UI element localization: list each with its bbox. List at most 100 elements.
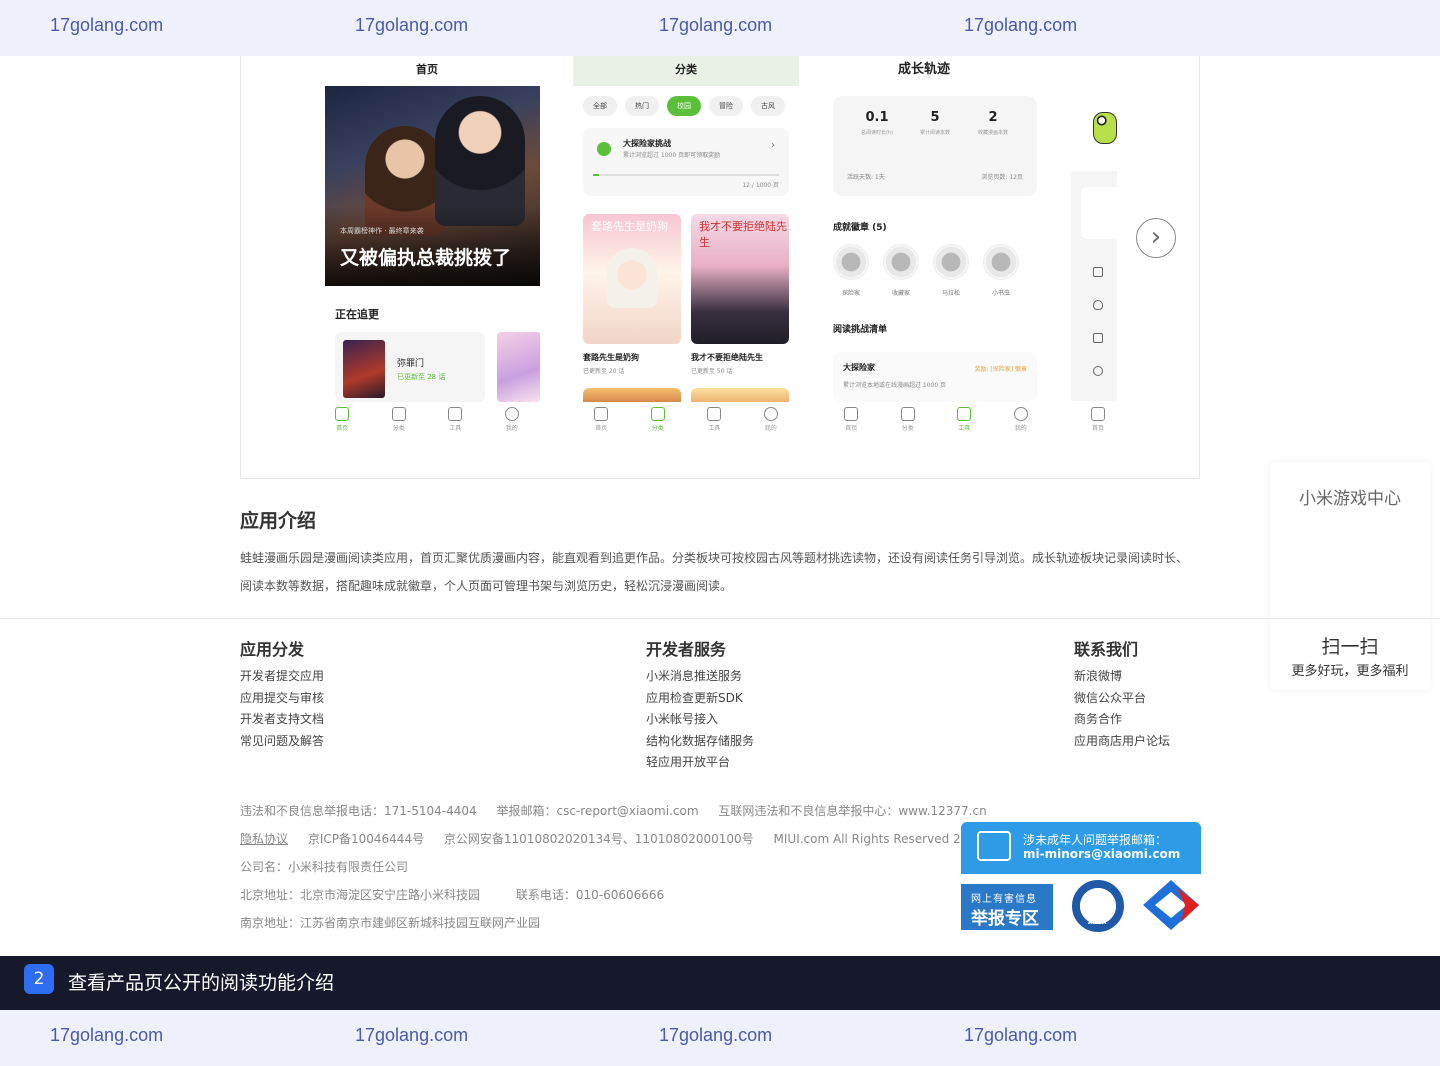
medal-icon [883, 244, 919, 280]
tab-tools[interactable]: 工具 [448, 406, 463, 432]
tab-home[interactable]: 首页 [594, 406, 609, 432]
intro-body: 蛙蛙漫画乐园是漫画阅读类应用，首页汇聚优质漫画内容，能直观看到追更作品。分类板块… [240, 551, 1189, 593]
tab-home[interactable]: 首页 [1091, 406, 1105, 432]
divider [0, 618, 1440, 619]
report-phone: 违法和不良信息举报电话：171-5104-4404 [240, 804, 477, 818]
legal-line: 北京地址：北京市海淀区安宁庄路小米科技园 联系电话：010-60606666 [240, 886, 680, 903]
side-promo-card[interactable]: 小米游戏中心 扫一扫 更多好玩，更多福利 [1270, 462, 1430, 690]
user-icon [504, 406, 519, 421]
tab-me[interactable]: 我的 [504, 406, 519, 432]
medal-icon [983, 244, 1019, 280]
stat-item: 5 累计阅读本数 [919, 110, 950, 136]
badge-item[interactable]: 探险家 [831, 244, 871, 297]
following-card-next[interactable] [497, 332, 540, 402]
watermark-text: 17golang.com [355, 1025, 469, 1045]
medal-icon [833, 244, 869, 280]
footer-link[interactable]: 微信公众平台 [1074, 688, 1170, 710]
footer-link[interactable]: 开发者提交应用 [240, 666, 324, 688]
following-card[interactable]: 弥罪门 已更新至 28 话 [335, 332, 485, 402]
tab-me[interactable]: 我的 [763, 406, 778, 432]
tab-category[interactable]: 分类 [650, 406, 665, 432]
challenge-card[interactable]: 大探险家 奖励: [探险家] 徽章 累计浏览本地或在线漫画超过 1000 页 [833, 352, 1037, 402]
screenshot-gallery[interactable]: 首页 本周霸榜神作 · 最终章来袭 又被偏执总裁挑拨了 正在追更 弥罪门 已更新… [240, 56, 1200, 479]
info-icon [1093, 366, 1103, 376]
minors-report-banner[interactable]: 涉未成年人问题举报邮箱： mi-minors@xiaomi.com [961, 822, 1201, 874]
watermark-text: 17golang.com [964, 1025, 1078, 1045]
cover-title: 套路先生是奶狗 [591, 220, 668, 233]
comic-cover[interactable]: 我才不要拒绝陆先生 [691, 214, 789, 344]
icp-link[interactable]: 京ICP备10046444号 [308, 832, 424, 846]
report-email[interactable]: 举报邮箱：csc-report@xiaomi.com [496, 804, 698, 818]
legal-line: 隐私协议 京ICP备10046444号 京公网安备11010802020134号… [240, 830, 1000, 847]
footer-link[interactable]: 商务合作 [1074, 709, 1170, 731]
stat-item: 2 收藏漫画本数 [977, 110, 1008, 136]
document-icon [1093, 267, 1103, 277]
challenge-reward: 奖励: [探险家] 徽章 [974, 366, 1027, 373]
phone-title: 首页 [416, 63, 438, 76]
footer-link[interactable]: 小米消息推送服务 [646, 666, 754, 688]
footer-col-distribution: 应用分发 开发者提交应用 应用提交与审核 开发者支持文档 常见问题及解答 [240, 636, 324, 752]
task-desc: 累计浏览超过 1000 页即可领取奖励 [623, 152, 721, 159]
badge-item[interactable]: 小书虫 [981, 244, 1021, 297]
badge-item[interactable]: 马拉松 [931, 244, 971, 297]
minors-label: 涉未成年人问题举报邮箱： [1023, 833, 1168, 847]
challenge-name: 大探险家 [843, 363, 875, 372]
tab-category[interactable]: 分类 [391, 406, 406, 432]
task-progress-text: 12 / 1000 页 [742, 182, 779, 189]
police-badge-icon[interactable] [1141, 878, 1201, 932]
user-icon [1013, 406, 1028, 421]
report-center[interactable]: 互联网违法和不良信息举报中心：www.12377.cn [718, 804, 986, 818]
reading-task-card[interactable]: 大探险家挑战 累计浏览超过 1000 页即可领取奖励 › 12 / 1000 页 [583, 128, 789, 196]
comic-cover[interactable]: 套路先生是奶狗 [583, 214, 681, 344]
screenshot-growth[interactable]: 成长轨迹 0.1 总阅读时长(h) 5 累计阅读本数 2 收藏漫画本数 活跃天数: 1… [799, 56, 1049, 436]
grid-icon [900, 406, 915, 421]
privacy-link[interactable]: 隐私协议 [240, 832, 288, 846]
home-icon [1091, 406, 1105, 421]
tab-category[interactable]: 分类 [900, 406, 915, 432]
badge-item[interactable]: 收藏家 [881, 244, 921, 297]
footer-link[interactable]: 结构化数据存储服务 [646, 731, 754, 753]
footer-link[interactable]: 开发者支持文档 [240, 709, 324, 731]
check-icon [597, 142, 611, 156]
harmful-info-report-badge[interactable]: 网上有害信息 举报专区 [961, 884, 1053, 930]
chevron-right-icon: › [771, 140, 775, 151]
chip-adventure[interactable]: 冒险 [709, 96, 743, 116]
anva-badge-icon[interactable]: ANVA [1072, 880, 1124, 932]
tab-bar: 首页 分类 工具 我的 [314, 402, 540, 436]
chip-hot[interactable]: 热门 [625, 96, 659, 116]
tab-tools[interactable]: 工具 [707, 406, 722, 432]
grid-icon [391, 406, 406, 421]
chip-campus[interactable]: 校园 [667, 96, 701, 116]
screenshot-home[interactable]: 首页 本周霸榜神作 · 最终章来袭 又被偏执总裁挑拨了 正在追更 弥罪门 已更新… [314, 56, 540, 436]
tab-home[interactable]: 首页 [844, 406, 859, 432]
footer-link[interactable]: 应用检查更新SDK [646, 688, 754, 710]
screenshot-profile-partial[interactable]: 首页 [1071, 56, 1117, 436]
following-section-title: 正在追更 [335, 308, 379, 321]
badges-title: 成就徽章 (5) [833, 223, 887, 233]
tab-me[interactable]: 我的 [1013, 406, 1028, 432]
footer-link[interactable]: 常见问题及解答 [240, 731, 324, 753]
phone-title: 成长轨迹 [897, 62, 950, 77]
footer-link[interactable]: 轻应用开放平台 [646, 752, 754, 774]
tab-home[interactable]: 首页 [335, 406, 350, 432]
watermark-text: 17golang.com [50, 1025, 164, 1045]
hero-banner[interactable]: 本周霸榜神作 · 最终章来袭 又被偏执总裁挑拨了 [325, 86, 540, 286]
tab-tools[interactable]: 工具 [957, 406, 972, 432]
promo-more: 更多好玩，更多福利 [1291, 664, 1409, 679]
footer-link[interactable]: 新浪微博 [1074, 666, 1170, 688]
legal-line: 违法和不良信息举报电话：171-5104-4404 举报邮箱：csc-repor… [240, 802, 1003, 819]
police-record-link[interactable]: 京公网安备11010802020134号、11010802000100号 [444, 832, 754, 846]
frog-mascot-icon [1093, 112, 1117, 144]
watermark-text: 17golang.com [355, 15, 469, 35]
footer-link[interactable]: 应用提交与审核 [240, 688, 324, 710]
footer-link[interactable]: 应用商店用户论坛 [1074, 731, 1170, 753]
watermark-text: 17golang.com [659, 15, 773, 35]
footer-link[interactable]: 小米帐号接入 [646, 709, 754, 731]
gallery-next-button[interactable]: › [1136, 218, 1176, 258]
screenshot-category[interactable]: 分类 全部 热门 校园 冒险 古风 大探险家挑战 累计浏览超过 1000 页即可… [573, 56, 799, 436]
active-days: 活跃天数: 1天 [847, 174, 885, 181]
task-progress-bar [593, 174, 779, 176]
chip-ancient[interactable]: 古风 [751, 96, 785, 116]
chip-all[interactable]: 全部 [583, 96, 617, 116]
comic-update: 已更新至 28 话 [397, 373, 446, 381]
